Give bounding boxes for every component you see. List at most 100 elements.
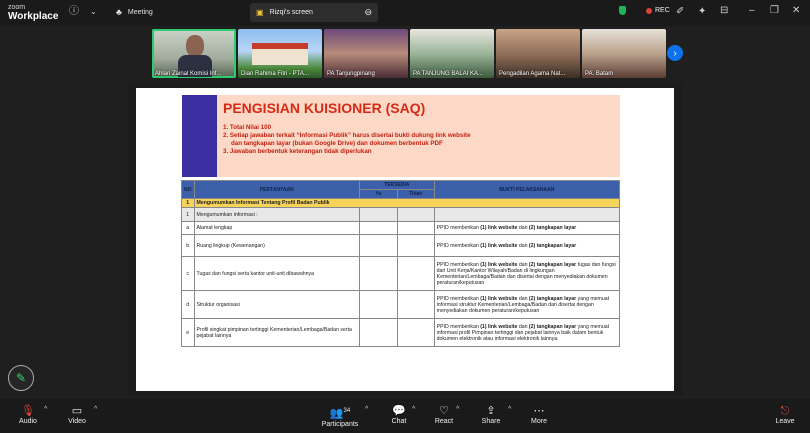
chevron-down-icon[interactable]: ⌄: [90, 7, 97, 17]
header-tidak: Tidak: [396, 189, 435, 199]
participant-avatar: [186, 35, 204, 57]
row-question: Ruang lingkup (Kewenangan): [193, 234, 360, 257]
note-2-cont: dan tangkapan layar (bukan Google Drive)…: [231, 140, 443, 147]
pen-icon: ✎: [15, 371, 27, 385]
camera-icon: ▭: [71, 405, 83, 417]
participant-tile[interactable]: Pengadilan Agama Nat...: [496, 29, 580, 78]
cell-ya: [358, 256, 398, 291]
encryption-shield-icon[interactable]: [619, 6, 626, 15]
ev-bold: (1) link website: [480, 242, 518, 249]
react-button[interactable]: ♡ React: [432, 404, 456, 425]
next-page-button[interactable]: ›: [667, 45, 683, 61]
cell-tidak: [396, 256, 435, 291]
share-label: Rizqi's screen: [269, 9, 313, 16]
video-label: Video: [68, 418, 86, 425]
section-label: Mengumumkan Informasi Tentang Profil Bad…: [193, 198, 620, 208]
cell-tidak: [396, 290, 435, 319]
header-ya: Ya: [358, 189, 398, 199]
document-title: PENGISIAN KUISIONER (SAQ): [223, 100, 426, 116]
participant-strip: Ahlan Zainal Komisi Inf... Dian Rahima F…: [152, 29, 666, 78]
more-options-icon[interactable]: ⊖: [364, 7, 372, 18]
meeting-menu[interactable]: ♣ Meeting: [116, 7, 153, 17]
table-row: c Tugas dan fungsi serta kantor unit-uni…: [181, 256, 621, 291]
restore-icon[interactable]: ❐: [770, 6, 779, 16]
ev-text: PPID memberikan: [436, 225, 481, 231]
apps-icon[interactable]: ✐: [676, 7, 684, 17]
video-options-caret[interactable]: ^: [94, 406, 97, 413]
minimize-icon[interactable]: –: [749, 6, 755, 16]
row-evidence: PPID memberikan (1) link website dan (2)…: [433, 318, 621, 347]
participant-tile[interactable]: Ahlan Zainal Komisi Inf...: [152, 29, 236, 78]
row-evidence: PPID memberikan (1) link website dan (2)…: [433, 234, 621, 257]
info-icon[interactable]: ⓘ: [69, 7, 79, 17]
ev-bold: (1) link website: [480, 225, 518, 231]
header-available: TERSEDIA: [358, 180, 435, 190]
ev-text: dan: [517, 242, 529, 249]
participant-name: Ahlan Zainal Komisi Inf...: [155, 71, 222, 77]
cell-evidence: [433, 207, 621, 222]
annotate-pen-button[interactable]: ✎: [8, 365, 34, 391]
video-button[interactable]: ▭ Video: [66, 404, 88, 425]
note-3: 3. Jawaban berbentuk keterangan tidak di…: [223, 148, 372, 155]
heart-icon: ♡: [439, 405, 449, 417]
record-dot-icon: [646, 7, 652, 14]
row-no: a: [181, 221, 195, 235]
rec-label: REC: [655, 7, 670, 14]
participants-button[interactable]: 👥34 Participants: [320, 404, 360, 428]
cell-ya: [358, 318, 398, 347]
participant-tile[interactable]: PA. Batam: [582, 29, 666, 78]
participants-count: 34: [343, 408, 351, 414]
recording-indicator[interactable]: REC: [646, 7, 670, 14]
document-notes: 1. Total Nilai 100 2. Setiap jawaban ter…: [223, 124, 471, 156]
chat-icon: 💬: [392, 405, 406, 417]
close-icon[interactable]: ✕: [792, 6, 800, 16]
row-evidence: PPID memberikan (1) link website dan (2)…: [433, 221, 621, 235]
participant-name: Pengadilan Agama Nat...: [499, 71, 566, 77]
table-row: a Alamat lengkap PPID memberikan (1) lin…: [181, 221, 621, 235]
ai-companion-icon[interactable]: ✦: [698, 7, 706, 17]
cell-tidak: [396, 318, 435, 347]
participants-options-caret[interactable]: ^: [365, 406, 368, 413]
ev-text: dan: [517, 225, 529, 231]
grid-view-icon[interactable]: ⊟: [720, 6, 728, 16]
participant-name: PA TANJUNG BALAI KA...: [413, 71, 484, 77]
table-row: e Profil singkat pimpinan tertinggi Keme…: [181, 318, 621, 347]
chat-options-caret[interactable]: ^: [412, 406, 415, 413]
react-label: React: [434, 418, 454, 425]
participants-icon: 👥34: [329, 407, 351, 420]
chat-button[interactable]: 💬 Chat: [388, 404, 410, 425]
audio-button[interactable]: 🎙 Audio: [17, 404, 39, 425]
cell-tidak: [396, 234, 435, 257]
cell-ya: [358, 221, 398, 235]
audio-options-caret[interactable]: ^: [44, 406, 47, 413]
participant-building: [252, 43, 308, 65]
row-question: Struktur organisasi: [193, 290, 360, 319]
row-no: e: [181, 318, 195, 347]
audio-label: Audio: [19, 418, 37, 425]
chevron-right-icon: ›: [673, 47, 677, 59]
row-question: Tugas dan fungsi serta kantor unit-unit …: [193, 256, 360, 291]
sub-no: 1: [181, 207, 195, 222]
ev-bold: (2) tangkapan layar: [528, 242, 577, 249]
more-button[interactable]: ⋯ More: [527, 404, 551, 425]
participant-tile[interactable]: PA Tanjungpinang: [324, 29, 408, 78]
participant-tile[interactable]: Dian Rahima Fitri - PTA...: [238, 29, 322, 78]
share-options-caret[interactable]: ^: [508, 406, 511, 413]
more-icon: ⋯: [533, 405, 545, 417]
share-screen-icon: ⇪: [486, 405, 496, 417]
participant-tile[interactable]: PA TANJUNG BALAI KA...: [410, 29, 494, 78]
sub-label: Mengumumkan informasi :: [193, 207, 360, 222]
leave-icon: ⎋: [780, 405, 790, 417]
meeting-label: Meeting: [127, 8, 153, 16]
row-evidence: PPID memberikan (1) link website dan (2)…: [433, 290, 621, 319]
leave-label: Leave: [775, 418, 795, 425]
react-options-caret[interactable]: ^: [456, 406, 459, 413]
participant-name: PA. Batam: [585, 71, 614, 77]
cell-ya: [358, 207, 398, 222]
leave-button[interactable]: ⎋ Leave: [773, 404, 797, 425]
share-button[interactable]: ⇪ Share: [479, 404, 503, 425]
cell-ya: [358, 234, 398, 257]
participant-name: Dian Rahima Fitri - PTA...: [241, 71, 309, 77]
screen-share-chip[interactable]: ▣ Rizqi's screen ⊖: [250, 3, 378, 22]
table-row: d Struktur organisasi PPID memberikan (1…: [181, 290, 621, 319]
